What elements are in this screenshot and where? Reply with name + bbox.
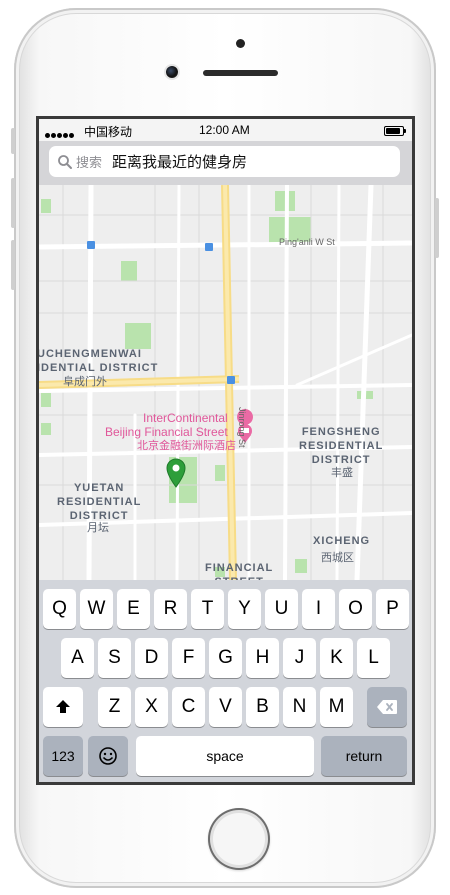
key-f[interactable]: F <box>172 638 205 678</box>
search-query-text: 距离我最近的健身房 <box>112 154 248 171</box>
volume-up-button <box>11 178 15 228</box>
poi-label[interactable]: InterContinental <box>143 411 228 425</box>
emoji-key[interactable] <box>88 736 128 776</box>
district-label-zh: 月坛 <box>87 522 109 534</box>
space-key[interactable]: space <box>136 736 314 776</box>
carrier-name: 中国移动 <box>84 125 133 139</box>
key-z[interactable]: Z <box>98 687 131 727</box>
key-u[interactable]: U <box>265 589 298 629</box>
district-label-zh: 西城区 <box>321 552 354 564</box>
backspace-icon <box>377 700 397 714</box>
poi-label[interactable]: Beijing Financial Street <box>105 425 228 439</box>
keyboard: Q W E R T Y U I O P A S D F G H J K L Z … <box>39 580 412 782</box>
backspace-key[interactable] <box>367 687 407 727</box>
key-p[interactable]: P <box>376 589 409 629</box>
key-g[interactable]: G <box>209 638 242 678</box>
key-k[interactable]: K <box>320 638 353 678</box>
key-r[interactable]: R <box>154 589 187 629</box>
key-j[interactable]: J <box>283 638 316 678</box>
shift-key[interactable] <box>43 687 83 727</box>
status-bar: 中国移动 12:00 AM <box>39 119 412 141</box>
key-b[interactable]: B <box>246 687 279 727</box>
battery-icon <box>384 126 406 136</box>
home-button[interactable] <box>208 808 270 870</box>
volume-down-button <box>11 240 15 290</box>
proximity-sensor <box>236 39 245 48</box>
key-x[interactable]: X <box>135 687 168 727</box>
district-label: FENGSHENG RESIDENTIAL DISTRICT <box>299 426 384 466</box>
district-label: XICHENG <box>313 535 371 547</box>
district-label: YUETAN RESIDENTIAL DISTRICT <box>57 482 142 522</box>
search-bar-container: 搜索 距离我最近的健身房 <box>39 141 412 185</box>
district-label-zh: 阜成门外 <box>63 376 107 388</box>
return-key[interactable]: return <box>321 736 407 776</box>
key-a[interactable]: A <box>61 638 94 678</box>
district-label: FINANCIAL STREET <box>205 562 274 580</box>
key-q[interactable]: Q <box>43 589 76 629</box>
search-icon <box>57 154 73 170</box>
key-h[interactable]: H <box>246 638 279 678</box>
signal-strength-icon <box>45 127 75 141</box>
key-w[interactable]: W <box>80 589 113 629</box>
key-o[interactable]: O <box>339 589 372 629</box>
power-button <box>435 198 439 258</box>
key-c[interactable]: C <box>172 687 205 727</box>
clock: 12:00 AM <box>199 123 250 137</box>
key-t[interactable]: T <box>191 589 224 629</box>
street-label: Jinrong St <box>237 407 247 448</box>
search-input[interactable]: 搜索 距离我最近的健身房 <box>49 146 400 177</box>
search-placeholder: 搜索 <box>76 155 103 170</box>
numbers-key[interactable]: 123 <box>43 736 83 776</box>
key-l[interactable]: L <box>357 638 390 678</box>
poi-label-zh[interactable]: 北京金融街洲际酒店 <box>137 439 236 453</box>
earpiece-speaker <box>203 70 278 76</box>
screen: 中国移动 12:00 AM 搜索 距离我最近的健身房 Ping'anli W S… <box>36 116 415 785</box>
key-e[interactable]: E <box>117 589 150 629</box>
key-m[interactable]: M <box>320 687 353 727</box>
street-label: Ping'anli W St <box>279 237 335 247</box>
emoji-icon <box>99 747 117 765</box>
shift-icon <box>56 700 70 713</box>
front-camera <box>166 66 178 78</box>
key-s[interactable]: S <box>98 638 131 678</box>
key-y[interactable]: Y <box>228 589 261 629</box>
key-v[interactable]: V <box>209 687 242 727</box>
district-label-zh: 丰盛 <box>331 467 353 479</box>
map-view[interactable]: Ping'anli W St Jinrong St UCHENGMENWAI I… <box>39 185 412 580</box>
key-i[interactable]: I <box>302 589 335 629</box>
key-d[interactable]: D <box>135 638 168 678</box>
silent-switch <box>11 128 15 154</box>
district-label: UCHENGMENWAI IDENTIAL DISTRICT <box>39 348 159 374</box>
key-n[interactable]: N <box>283 687 316 727</box>
